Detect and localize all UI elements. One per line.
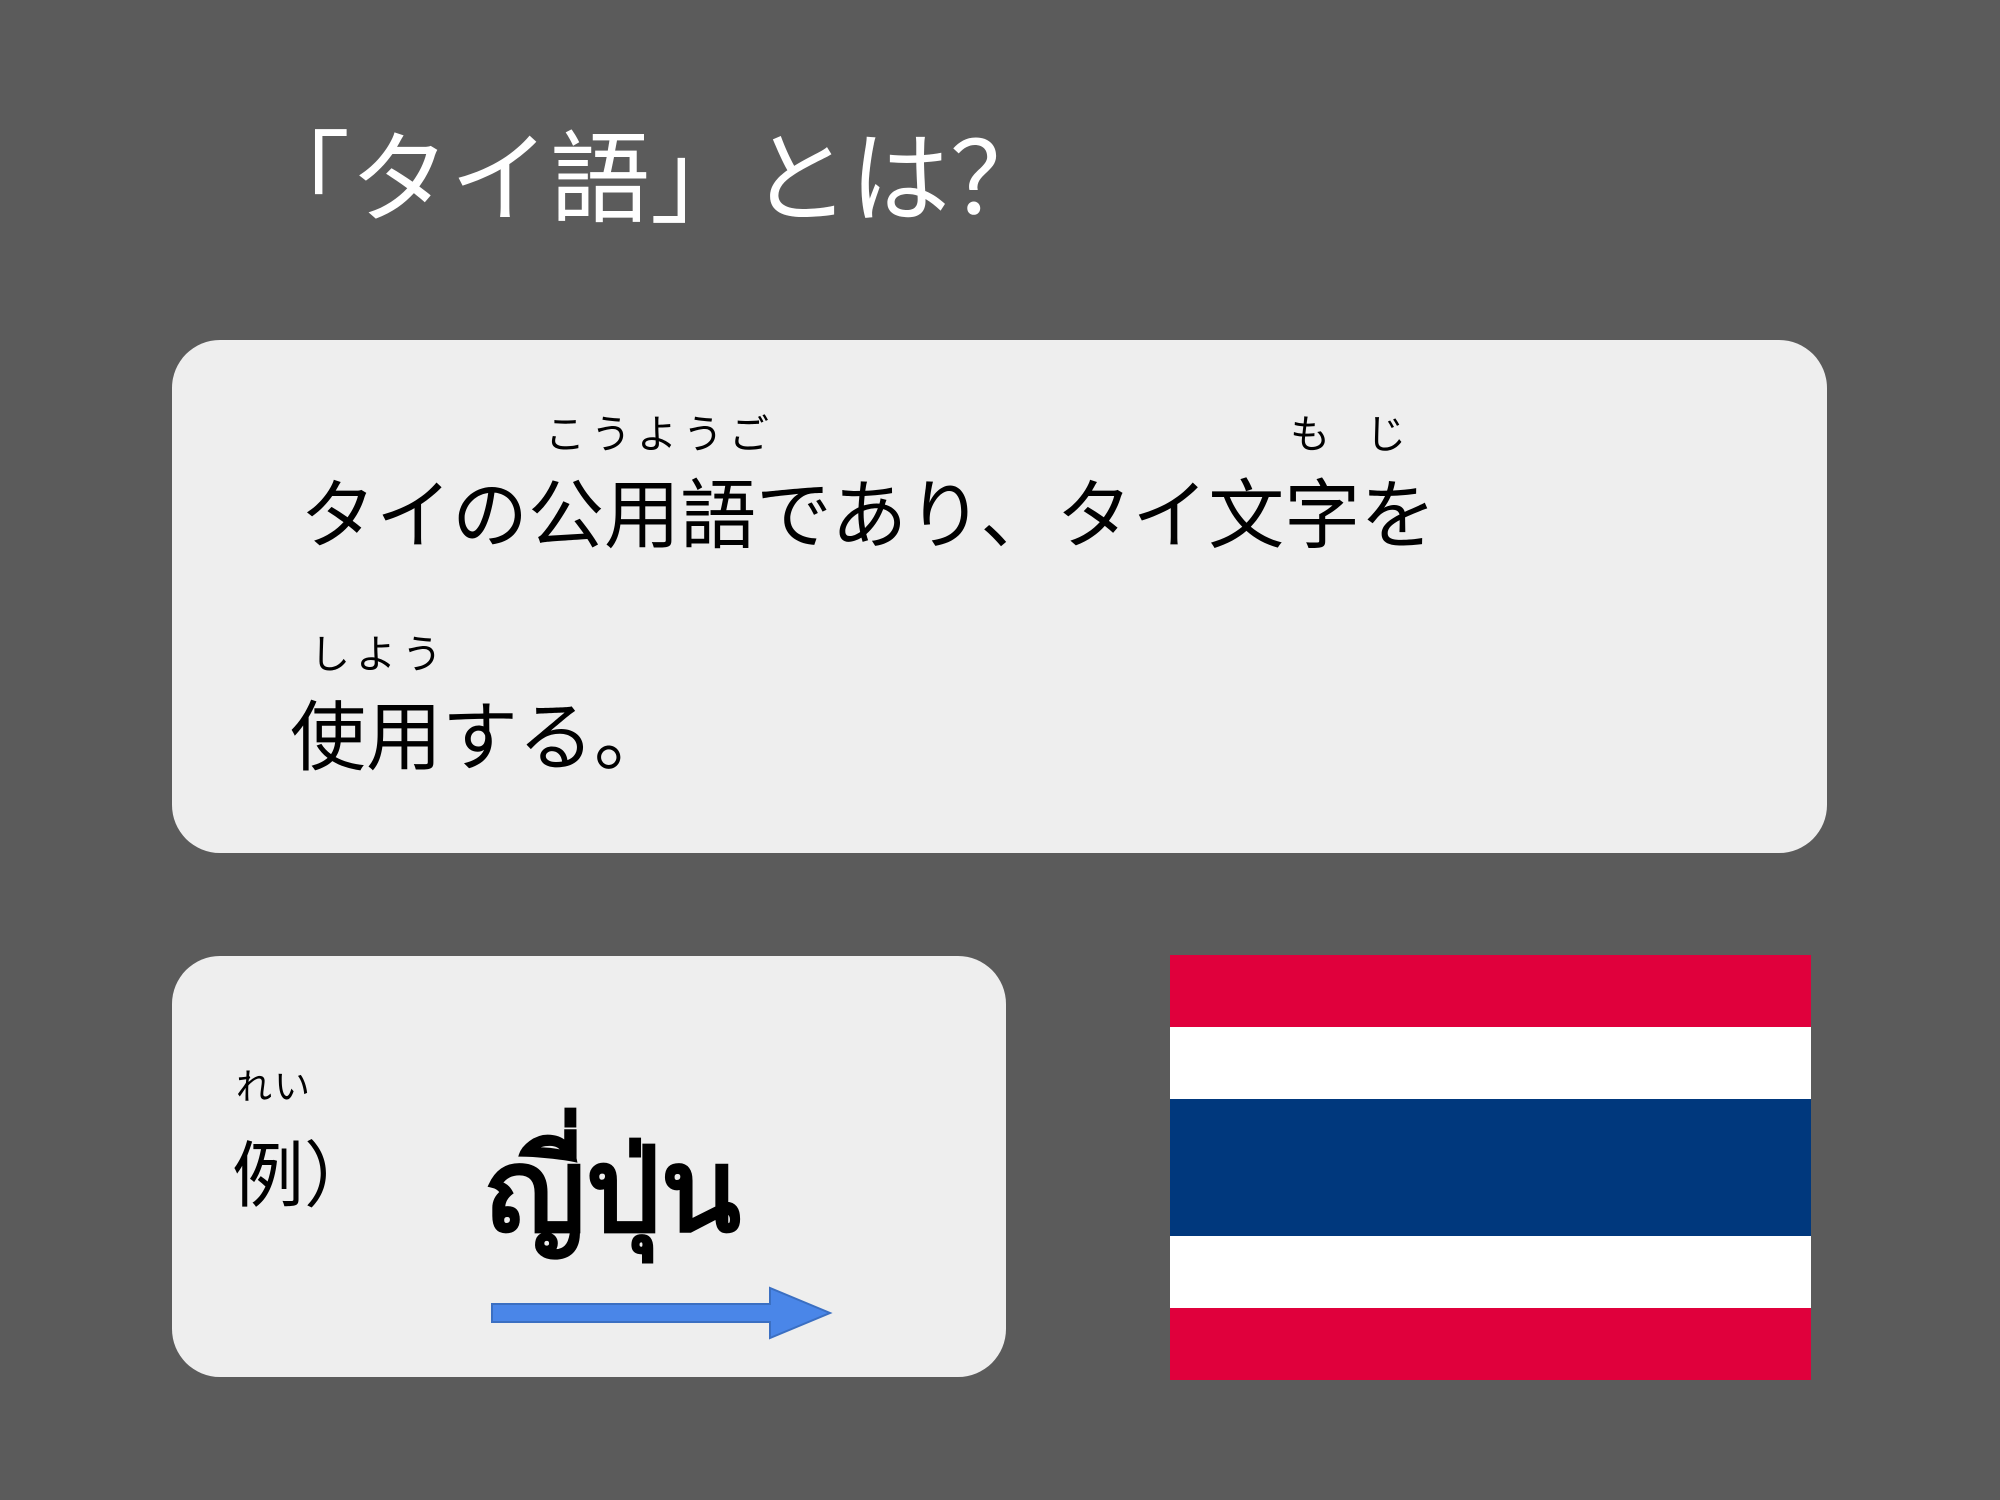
ruby-rei: れい bbox=[236, 1067, 313, 1108]
ruby-moji: もじ bbox=[1290, 412, 1442, 458]
example-label: 例） bbox=[232, 1134, 377, 1218]
thai-example-word: ญี่ปุ่น bbox=[485, 1121, 742, 1259]
ruby-kouyougo: こうようご bbox=[545, 412, 775, 458]
definition-line-1: タイの公用語であり、タイ文字を bbox=[300, 471, 1437, 560]
definition-line-2: 使用する。 bbox=[290, 693, 670, 782]
flag-stripe-white-top bbox=[1170, 1027, 1811, 1099]
flag-stripe-red-bottom bbox=[1170, 1308, 1811, 1380]
thailand-flag-icon bbox=[1170, 955, 1811, 1380]
right-arrow-icon bbox=[491, 1286, 833, 1340]
page-title: 「タイ語」とは？ bbox=[250, 121, 1050, 238]
flag-stripe-red-top bbox=[1170, 955, 1811, 1027]
flag-stripe-white-bottom bbox=[1170, 1236, 1811, 1308]
ruby-shiyou: しよう bbox=[310, 632, 448, 678]
flag-stripe-blue bbox=[1170, 1099, 1811, 1236]
